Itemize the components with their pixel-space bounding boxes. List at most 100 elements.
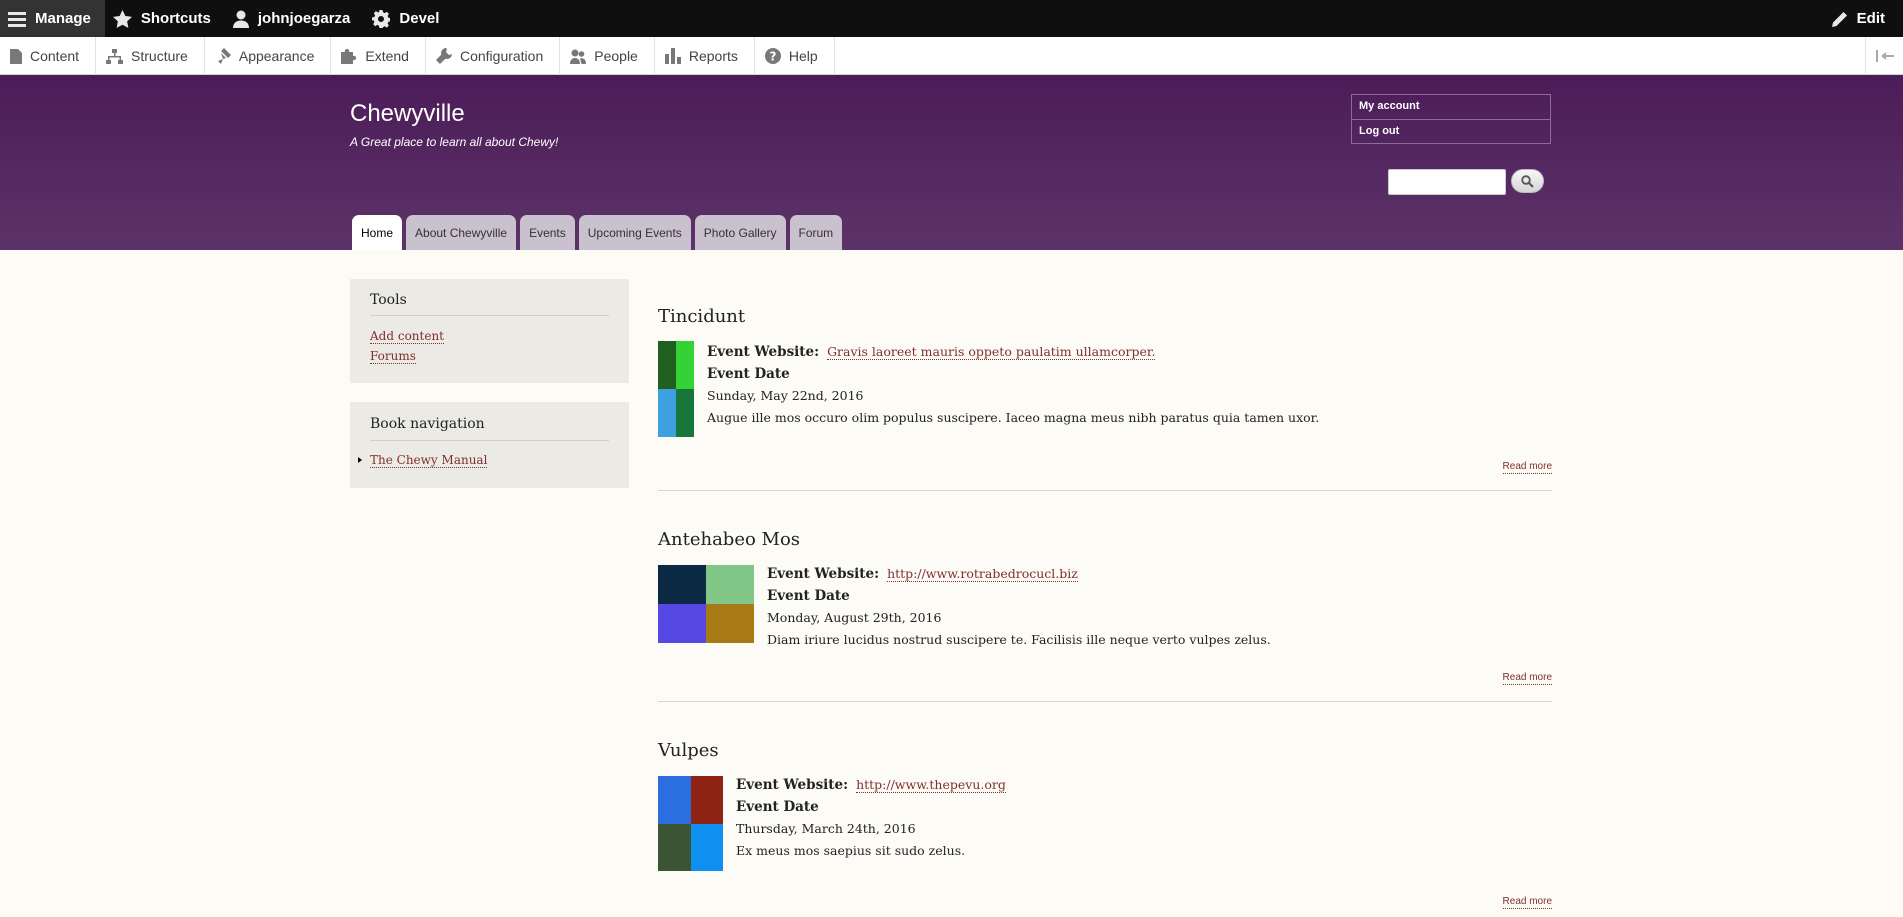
shortcuts-tab[interactable]: Shortcuts <box>105 0 225 37</box>
read-more-link[interactable]: Read more <box>1502 672 1552 685</box>
article-vulpes: Vulpes Event Website: http://www.thepevu… <box>658 740 1552 910</box>
bar-chart-icon <box>664 48 681 64</box>
pencil-icon <box>1831 11 1847 27</box>
image-tile <box>658 565 706 604</box>
tray-item-label: Extend <box>365 48 409 64</box>
event-body: Augue ille mos occuro olim populus susci… <box>707 410 1320 425</box>
search-input[interactable] <box>1388 169 1506 195</box>
user-icon <box>232 10 249 28</box>
people-icon <box>570 49 587 64</box>
tray-item-configuration[interactable]: Configuration <box>426 37 561 75</box>
star-icon <box>112 9 132 28</box>
event-fields: Event Website: http://www.thepevu.org Ev… <box>736 774 1006 862</box>
site-header: Chewyville A Great place to learn all ab… <box>0 75 1903 250</box>
tray-item-appearance[interactable]: Appearance <box>205 37 332 75</box>
gear-icon <box>372 9 391 28</box>
puzzle-icon <box>341 48 357 64</box>
event-date: Thursday, March 24th, 2016 <box>736 821 916 836</box>
image-tile <box>658 341 676 389</box>
tray-item-structure[interactable]: Structure <box>96 37 205 75</box>
help-icon: ? <box>764 48 781 64</box>
event-body: Ex meus mos saepius sit sudo zelus. <box>736 843 966 858</box>
manage-label: Manage <box>35 10 91 27</box>
tray-item-content[interactable]: Content <box>0 37 97 75</box>
event-website-link[interactable]: http://www.thepevu.org <box>856 777 1006 793</box>
user-tab[interactable]: johnjoegarza <box>225 0 365 37</box>
tray-item-label: Content <box>30 48 80 64</box>
event-website-label: Event Website: <box>707 344 820 360</box>
divider <box>370 315 609 316</box>
hamburger-icon <box>8 11 26 27</box>
book-navigation-block: Book navigation The Chewy Manual <box>350 402 629 488</box>
event-date-label: Event Date <box>707 366 790 382</box>
tab-about-chewyville[interactable]: About Chewyville <box>406 215 517 250</box>
event-website-link[interactable]: http://www.rotrabedrocucl.biz <box>887 566 1078 582</box>
tray-item-people[interactable]: People <box>560 37 655 75</box>
tab-upcoming-events[interactable]: Upcoming Events <box>578 215 691 250</box>
tray-item-label: Appearance <box>238 48 315 64</box>
divider <box>658 701 1552 702</box>
event-website-label: Event Website: <box>767 566 880 582</box>
tray-item-label: Help <box>788 48 818 64</box>
manage-tab[interactable]: Manage <box>0 0 105 37</box>
site-name[interactable]: Chewyville <box>350 100 465 128</box>
event-website-label: Event Website: <box>736 777 849 793</box>
event-image[interactable] <box>658 776 723 871</box>
image-tile <box>676 341 694 389</box>
shortcuts-label: Shortcuts <box>140 10 211 27</box>
tools-title: Tools <box>370 292 407 308</box>
collapse-left-icon <box>1875 49 1894 62</box>
tray-item-help[interactable]: ? Help <box>755 37 835 75</box>
image-tile <box>658 389 676 437</box>
image-tile <box>690 776 723 824</box>
collapsed-triangle-icon[interactable] <box>358 457 362 463</box>
tab-home[interactable]: Home <box>352 215 403 250</box>
article-tincidunt: Tincidunt Event Website: Gravis laoreet … <box>658 306 1552 491</box>
event-date: Monday, August 29th, 2016 <box>767 610 942 625</box>
admin-toolbar: Manage Shortcuts johnjoegarza Devel Edit <box>0 0 1903 37</box>
log-out-link[interactable]: Log out <box>1352 119 1550 143</box>
read-more-link[interactable]: Read more <box>1502 896 1552 909</box>
tray-item-extend[interactable]: Extend <box>331 37 426 75</box>
forums-link[interactable]: Forums <box>370 349 416 364</box>
tray-item-label: People <box>594 48 638 64</box>
image-tile <box>706 604 754 643</box>
divider <box>370 440 609 441</box>
image-tile <box>658 823 691 871</box>
orientation-toggle[interactable] <box>1865 37 1903 74</box>
event-date-label: Event Date <box>736 799 819 815</box>
tab-events[interactable]: Events <box>520 215 575 250</box>
image-tile <box>658 604 706 643</box>
devel-tab[interactable]: Devel <box>364 0 453 37</box>
event-website-link[interactable]: Gravis laoreet mauris oppeto paulatim ul… <box>827 344 1156 360</box>
article-title[interactable]: Antehabeo Mos <box>658 529 800 550</box>
search-button[interactable] <box>1511 169 1544 193</box>
article-title[interactable]: Vulpes <box>658 740 719 761</box>
add-content-link[interactable]: Add content <box>370 329 444 344</box>
tab-photo-gallery[interactable]: Photo Gallery <box>694 215 786 250</box>
tray-item-label: Structure <box>131 48 188 64</box>
book-navigation-title: Book navigation <box>370 416 485 432</box>
tray-item-reports[interactable]: Reports <box>655 37 755 75</box>
event-date-label: Event Date <box>767 588 850 604</box>
main-menu: Home About Chewyville Events Upcoming Ev… <box>352 215 843 250</box>
tab-forum[interactable]: Forum <box>789 215 843 250</box>
paintbrush-icon <box>217 48 231 64</box>
event-fields: Event Website: Gravis laoreet mauris opp… <box>707 341 1319 429</box>
edit-label: Edit <box>1856 10 1885 27</box>
tray-item-label: Configuration <box>459 48 544 64</box>
chewy-manual-link[interactable]: The Chewy Manual <box>370 453 488 468</box>
event-image[interactable] <box>658 565 754 643</box>
edit-tab[interactable]: Edit <box>1824 0 1903 37</box>
my-account-link[interactable]: My account <box>1352 95 1550 119</box>
tray-item-label: Reports <box>688 48 738 64</box>
image-tile <box>676 389 694 437</box>
article-title[interactable]: Tincidunt <box>658 306 745 327</box>
admin-tray: Content Structure Appearance Extend Conf… <box>0 37 1903 75</box>
document-icon <box>10 48 22 64</box>
event-image[interactable] <box>658 341 694 437</box>
event-date: Sunday, May 22nd, 2016 <box>707 388 864 403</box>
read-more-link[interactable]: Read more <box>1502 461 1552 474</box>
event-fields: Event Website: http://www.rotrabedrocucl… <box>767 563 1271 651</box>
divider <box>658 490 1552 491</box>
